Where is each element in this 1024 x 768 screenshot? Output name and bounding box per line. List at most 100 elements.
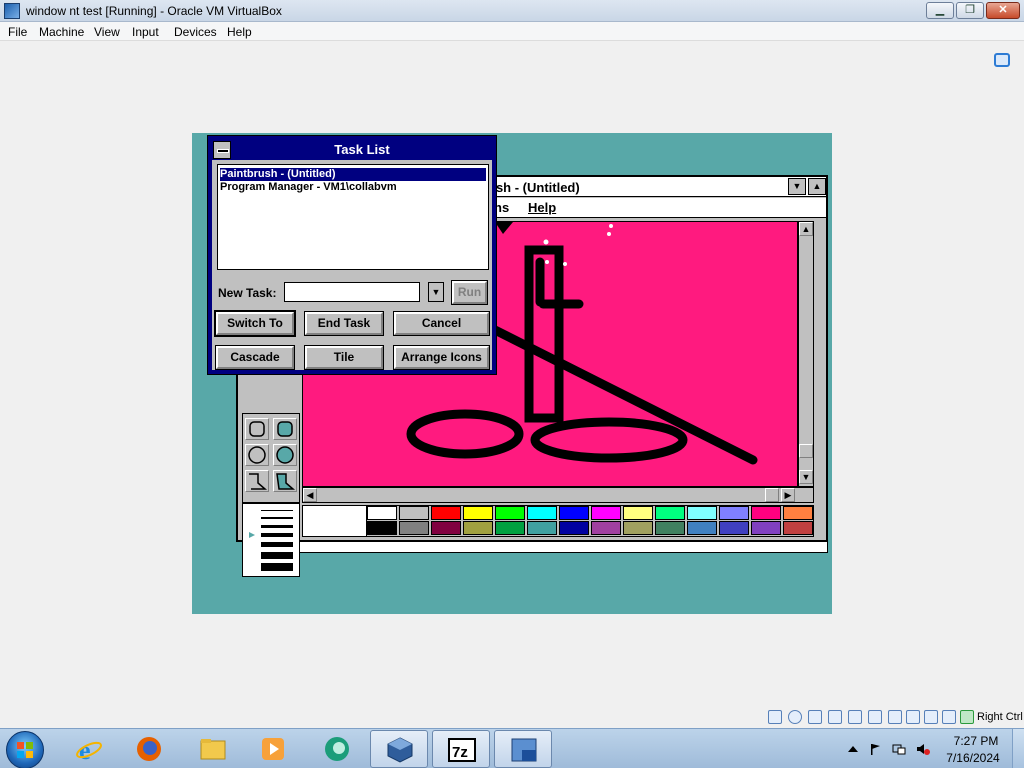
network-tray-icon[interactable]	[892, 742, 906, 756]
maximize-button[interactable]: ❐	[956, 2, 984, 19]
arrange-icons-button[interactable]: Arrange Icons	[393, 345, 490, 370]
tool-filled-rounded-box[interactable]	[273, 418, 297, 440]
task-listbox[interactable]: Paintbrush - (Untitled) Program Manager …	[217, 164, 489, 270]
display-icon[interactable]	[906, 710, 920, 724]
new-task-dropdown-icon[interactable]: ▼	[428, 282, 444, 302]
palette-swatch[interactable]	[783, 506, 813, 520]
new-task-input[interactable]	[284, 282, 420, 302]
palette-swatch[interactable]	[463, 521, 493, 535]
palette-swatch[interactable]	[591, 506, 621, 520]
palette-swatch[interactable]	[687, 521, 717, 535]
palette-swatch[interactable]	[719, 506, 749, 520]
taskbar-virtualbox[interactable]	[370, 730, 428, 768]
tile-button[interactable]: Tile	[304, 345, 384, 370]
clock-time[interactable]: 7:27 PM	[946, 734, 1006, 748]
show-hidden-icons-icon[interactable]	[846, 742, 860, 756]
scroll-right-icon[interactable]: ▶	[781, 488, 795, 502]
task-list-titlebar[interactable]: Task List	[212, 140, 492, 160]
taskbar-firefox[interactable]	[120, 730, 178, 768]
tool-rounded-box[interactable]	[245, 418, 269, 440]
cancel-button[interactable]: Cancel	[393, 311, 490, 336]
taskbar-7zip[interactable]: 7z	[432, 730, 490, 768]
line-size-box[interactable]	[242, 503, 300, 577]
minimize-button[interactable]: ▁	[926, 2, 954, 19]
mouse-integration-icon[interactable]	[960, 710, 974, 724]
task-list-dialog[interactable]: Task List Paintbrush - (Untitled) Progra…	[207, 135, 497, 375]
scroll-thumb[interactable]	[799, 444, 813, 458]
menu-input[interactable]: Input	[132, 25, 159, 39]
palette-swatch[interactable]	[751, 521, 781, 535]
clock-date[interactable]: 7/16/2024	[940, 751, 1006, 765]
task-item-paintbrush[interactable]: Paintbrush - (Untitled)	[219, 167, 487, 182]
guest-additions-icon[interactable]	[994, 53, 1010, 67]
paintbrush-minimize-button[interactable]: ▼	[788, 178, 806, 195]
action-center-icon[interactable]	[868, 742, 882, 756]
palette-swatch[interactable]	[687, 506, 717, 520]
optical-drive-icon[interactable]	[788, 710, 802, 724]
palette-swatch[interactable]	[719, 521, 749, 535]
scroll-up-icon[interactable]: ▲	[799, 222, 813, 236]
scroll-down-icon[interactable]: ▼	[799, 470, 813, 484]
palette-swatch[interactable]	[783, 521, 813, 535]
palette-swatch[interactable]	[399, 521, 429, 535]
palette-swatch[interactable]	[591, 521, 621, 535]
menu-help[interactable]: Help	[227, 25, 252, 39]
shared-folders-icon[interactable]	[888, 710, 902, 724]
palette-swatch[interactable]	[463, 506, 493, 520]
palette-swatch[interactable]	[527, 521, 557, 535]
run-button[interactable]: Run	[451, 280, 488, 305]
scroll-left-icon[interactable]: ◀	[303, 488, 317, 502]
usb-icon[interactable]	[868, 710, 882, 724]
system-menu-icon[interactable]	[213, 141, 231, 159]
palette-swatch[interactable]	[431, 521, 461, 535]
paintbrush-menu-options[interactable]: ns	[494, 200, 509, 215]
palette-swatch[interactable]	[367, 506, 397, 520]
menu-devices[interactable]: Devices	[174, 25, 217, 39]
switch-to-button[interactable]: Switch To	[214, 310, 296, 337]
menu-machine[interactable]: Machine	[39, 25, 84, 39]
canvas-vertical-scrollbar[interactable]: ▲ ▼	[798, 221, 814, 487]
task-item-program-manager[interactable]: Program Manager - VM1\collabvm	[220, 181, 397, 194]
paintbrush-maximize-button[interactable]: ▲	[808, 178, 826, 195]
hscroll-thumb[interactable]	[765, 488, 779, 502]
paintbrush-menu-help[interactable]: Help	[528, 200, 556, 215]
menu-view[interactable]: View	[94, 25, 120, 39]
palette-swatch[interactable]	[655, 521, 685, 535]
palette-swatch[interactable]	[559, 506, 589, 520]
end-task-button[interactable]: End Task	[304, 311, 384, 336]
palette-swatch[interactable]	[431, 506, 461, 520]
palette-swatch[interactable]	[655, 506, 685, 520]
palette-swatch[interactable]	[495, 506, 525, 520]
floppy-icon[interactable]	[808, 710, 822, 724]
taskbar-media-player[interactable]	[244, 730, 302, 768]
palette-swatch[interactable]	[623, 506, 653, 520]
tool-filled-polygon[interactable]	[273, 470, 297, 492]
audio-icon[interactable]	[828, 710, 842, 724]
tool-filled-ellipse[interactable]	[273, 444, 297, 466]
palette-swatch[interactable]	[367, 521, 397, 535]
network-icon[interactable]	[848, 710, 862, 724]
canvas-horizontal-scrollbar[interactable]: ◀ ▶	[302, 487, 814, 503]
palette-swatch[interactable]	[495, 521, 525, 535]
menu-file[interactable]: File	[8, 25, 27, 39]
recording-icon[interactable]	[924, 710, 938, 724]
taskbar-vm-window[interactable]	[494, 730, 552, 768]
cpu-icon[interactable]	[942, 710, 956, 724]
palette-swatch[interactable]	[399, 506, 429, 520]
tool-ellipse[interactable]	[245, 444, 269, 466]
taskbar-file-explorer[interactable]	[184, 730, 242, 768]
palette-swatch[interactable]	[751, 506, 781, 520]
palette-swatch[interactable]	[527, 506, 557, 520]
close-button[interactable]: ✕	[986, 2, 1020, 19]
show-desktop-button[interactable]	[1012, 729, 1024, 768]
taskbar-collabvm[interactable]	[308, 730, 366, 768]
volume-muted-icon[interactable]	[916, 742, 930, 756]
hard-disk-icon[interactable]	[768, 710, 782, 724]
guest-desktop[interactable]: ush - (Untitled) ▼ ▲ ns Help ▲ ▼ ◀ ▶ Tas…	[192, 133, 832, 614]
palette-swatch[interactable]	[623, 521, 653, 535]
tool-polygon[interactable]	[245, 470, 269, 492]
start-button[interactable]	[6, 731, 44, 768]
cascade-button[interactable]: Cascade	[215, 345, 295, 370]
palette-swatch[interactable]	[559, 521, 589, 535]
taskbar-internet-explorer[interactable]: e	[60, 730, 118, 768]
